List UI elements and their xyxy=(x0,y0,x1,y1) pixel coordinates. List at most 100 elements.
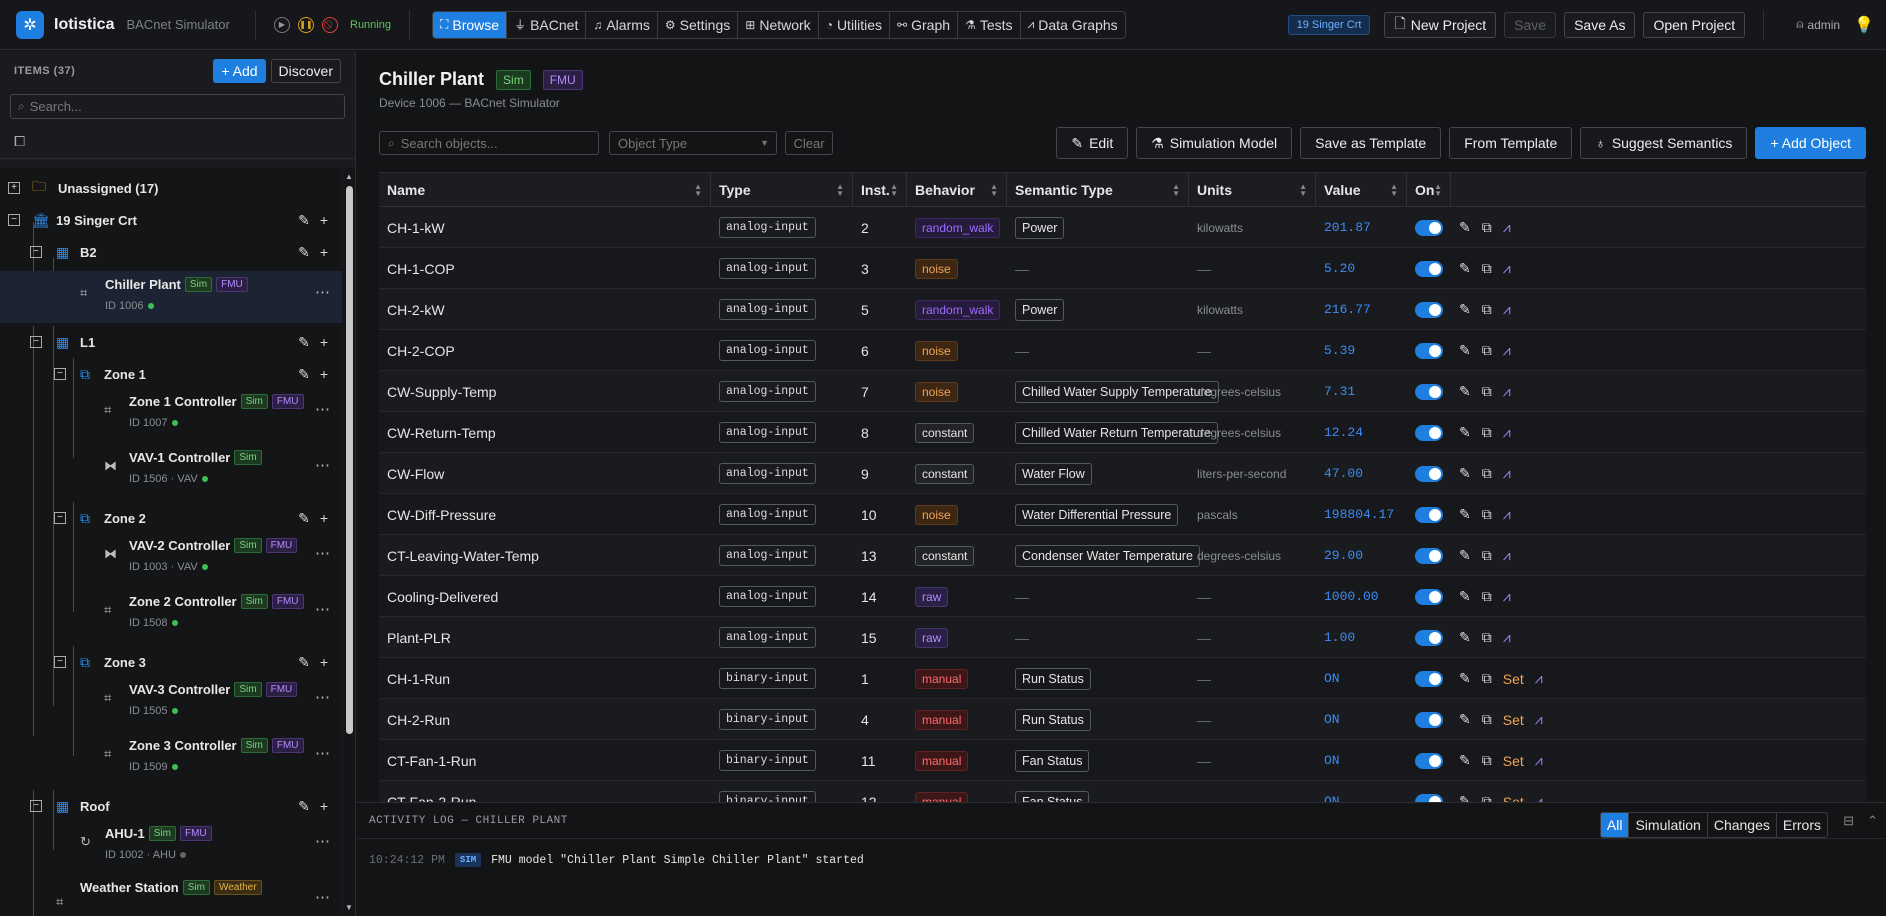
edit-icon[interactable]: ✎ xyxy=(298,510,310,527)
edit-icon[interactable]: ✎ xyxy=(1459,342,1471,359)
copy-icon[interactable]: ⧉ xyxy=(1482,465,1492,482)
edit-icon[interactable]: ✎ xyxy=(298,798,310,815)
tree-item-site[interactable]: − 🏛 19 Singer Crt ✎ + xyxy=(0,204,342,236)
enabled-toggle[interactable] xyxy=(1415,588,1443,605)
graph-icon[interactable]: ⩘ xyxy=(1503,424,1511,441)
save-button[interactable]: Save xyxy=(1504,11,1557,38)
table-row[interactable]: CH-1-COP analog-input 3 noise — — 5.20 ✎ ⧉ ⩘ xyxy=(379,248,1866,289)
plus-icon[interactable]: + xyxy=(320,212,328,229)
nav-utilities[interactable]: ◔ Utilities xyxy=(819,11,891,38)
nav-bacnet[interactable]: ⏚ BACnet xyxy=(507,11,587,38)
user-menu[interactable]: ⍝ admin xyxy=(1796,17,1840,32)
copy-icon[interactable]: ⧉ xyxy=(1482,588,1492,605)
pause-icon[interactable]: ❚❚ xyxy=(298,16,314,33)
edit-icon[interactable]: ✎ xyxy=(298,244,310,261)
object-search-input[interactable]: ⌕ Search objects... xyxy=(379,131,599,155)
save-as-template-button[interactable]: Save as Template xyxy=(1300,127,1442,159)
collapse-icon[interactable]: − xyxy=(54,368,66,380)
edit-icon[interactable]: ✎ xyxy=(1459,301,1471,318)
semantic-type[interactable]: Water Flow xyxy=(1015,462,1092,485)
filter-changes[interactable]: Changes xyxy=(1708,813,1777,837)
collapse-icon[interactable]: − xyxy=(8,214,20,226)
more-icon[interactable]: ⋯ xyxy=(315,888,330,906)
graph-icon[interactable]: ⩘ xyxy=(1503,260,1511,277)
table-row[interactable]: CW-Return-Temp analog-input 8 constant Chill… xyxy=(379,412,1866,453)
enabled-toggle[interactable] xyxy=(1415,547,1443,564)
table-row[interactable]: CH-2-kW analog-input 5 random_walk Power kilo… xyxy=(379,289,1866,330)
edit-icon[interactable]: ✎ xyxy=(1459,629,1471,646)
tree-device-zone-3-controller[interactable]: ⌗ Zone 3 Controller Sim FMU ID 1509 ⋯ xyxy=(0,732,342,784)
more-icon[interactable]: ⋯ xyxy=(315,744,330,762)
site-badge[interactable]: 19 Singer Crt xyxy=(1287,14,1371,35)
tree-device-chiller-plant[interactable]: ⌗ Chiller Plant Sim FMU ID 1006 ⋯ xyxy=(0,271,342,323)
semantic-type[interactable]: Run Status xyxy=(1015,708,1091,731)
more-icon[interactable]: ⋯ xyxy=(315,283,330,301)
nav-graph[interactable]: ⚯ Graph xyxy=(890,11,959,38)
column-header-behavior[interactable]: Behavior ▲ ▼ xyxy=(907,173,1007,207)
nav-browse[interactable]: ⛶ Browse xyxy=(432,11,508,38)
edit-icon[interactable]: ✎ xyxy=(1459,506,1471,523)
scroll-up-icon[interactable]: ▲ xyxy=(345,172,353,181)
behavior-badge[interactable]: random_walk xyxy=(915,217,1001,238)
play-icon[interactable]: ▶ xyxy=(274,16,290,33)
tree-device-vav-2-controller[interactable]: ⧓ VAV-2 Controller Sim FMU ID 1003 · VAV ⋯ xyxy=(0,532,342,584)
tree-device-ahu-1[interactable]: ↻ AHU-1 Sim FMU ID 1002 · AHU ⋯ xyxy=(0,820,342,872)
hierarchy-icon[interactable]: ⧠ xyxy=(0,125,355,159)
column-header-value[interactable]: Value ▲ ▼ xyxy=(1316,173,1407,207)
tree-item-b2[interactable]: − ▦ B2 ✎ + xyxy=(0,236,342,268)
clear-log-icon[interactable]: ⊟ xyxy=(1843,813,1854,829)
simulation-model-button[interactable]: ⚗ Simulation Model xyxy=(1136,127,1293,159)
new-project-button[interactable]: 🗋 New Project xyxy=(1384,11,1497,38)
copy-icon[interactable]: ⧉ xyxy=(1482,547,1492,564)
semantic-type[interactable]: Condenser Water Temperature xyxy=(1015,544,1200,567)
enabled-toggle[interactable] xyxy=(1415,301,1443,318)
copy-icon[interactable]: ⧉ xyxy=(1482,506,1492,523)
behavior-badge[interactable]: constant xyxy=(915,545,975,566)
open-project-button[interactable]: Open Project xyxy=(1643,11,1746,38)
behavior-badge[interactable]: random_walk xyxy=(915,299,1001,320)
copy-icon[interactable]: ⧉ xyxy=(1482,219,1492,236)
table-row[interactable]: CH-1-Run binary-input 1 manual Run Status — ON… xyxy=(379,658,1866,699)
scroll-down-icon[interactable]: ▼ xyxy=(345,903,353,912)
lightbulb-icon[interactable]: 💡 xyxy=(1854,15,1874,35)
more-icon[interactable]: ⋯ xyxy=(315,688,330,706)
column-header-inst[interactable]: Inst. ▲ ▼ xyxy=(853,173,907,207)
filter-errors[interactable]: Errors xyxy=(1777,813,1827,837)
behavior-badge[interactable]: noise xyxy=(915,340,958,361)
graph-icon[interactable]: ⩘ xyxy=(1503,629,1511,646)
table-row[interactable]: CW-Flow analog-input 9 constant Water Flow li… xyxy=(379,453,1866,494)
column-header-name[interactable]: Name ▲ ▼ xyxy=(379,173,711,207)
nav-tests[interactable]: ⚗ Tests xyxy=(958,11,1021,38)
semantic-type[interactable]: Fan Status xyxy=(1015,749,1090,772)
table-row[interactable]: CT-Leaving-Water-Temp analog-input 13 const… xyxy=(379,535,1866,576)
more-icon[interactable]: ⋯ xyxy=(315,832,330,850)
nav-data-graphs[interactable]: ⩘ Data Graphs xyxy=(1021,12,1125,38)
nav-settings[interactable]: ⚙ Settings xyxy=(658,11,739,38)
plus-icon[interactable]: + xyxy=(320,510,328,527)
graph-icon[interactable]: ⩘ xyxy=(1535,752,1543,769)
behavior-badge[interactable]: noise xyxy=(915,258,958,279)
column-header-units[interactable]: Units ▲ ▼ xyxy=(1189,173,1316,207)
edit-icon[interactable]: ✎ xyxy=(1459,752,1471,769)
copy-icon[interactable]: ⧉ xyxy=(1482,301,1492,318)
behavior-badge[interactable]: constant xyxy=(915,422,975,443)
plus-icon[interactable]: + xyxy=(320,798,328,815)
semantic-type[interactable]: Run Status xyxy=(1015,667,1091,690)
plus-icon[interactable]: + xyxy=(320,334,328,351)
enabled-toggle[interactable] xyxy=(1415,465,1443,482)
copy-icon[interactable]: ⧉ xyxy=(1482,342,1492,359)
enabled-toggle[interactable] xyxy=(1415,670,1443,687)
filter-simulation[interactable]: Simulation xyxy=(1629,813,1708,837)
copy-icon[interactable]: ⧉ xyxy=(1482,670,1492,687)
enabled-toggle[interactable] xyxy=(1415,219,1443,236)
edit-icon[interactable]: ✎ xyxy=(298,212,310,229)
sidebar-scrollbar[interactable]: ▲ ▼ xyxy=(343,168,355,916)
behavior-badge[interactable]: noise xyxy=(915,381,958,402)
tree-device-zone-2-controller[interactable]: ⌗ Zone 2 Controller Sim FMU ID 1508 ⋯ xyxy=(0,588,342,640)
edit-icon[interactable]: ✎ xyxy=(1459,424,1471,441)
add-item-button[interactable]: + Add xyxy=(213,59,266,83)
edit-icon[interactable]: ✎ xyxy=(1459,465,1471,482)
graph-icon[interactable]: ⩘ xyxy=(1503,342,1511,359)
edit-icon[interactable]: ✎ xyxy=(1459,670,1471,687)
table-row[interactable]: CH-2-Run binary-input 4 manual Run Status — ON… xyxy=(379,699,1866,740)
